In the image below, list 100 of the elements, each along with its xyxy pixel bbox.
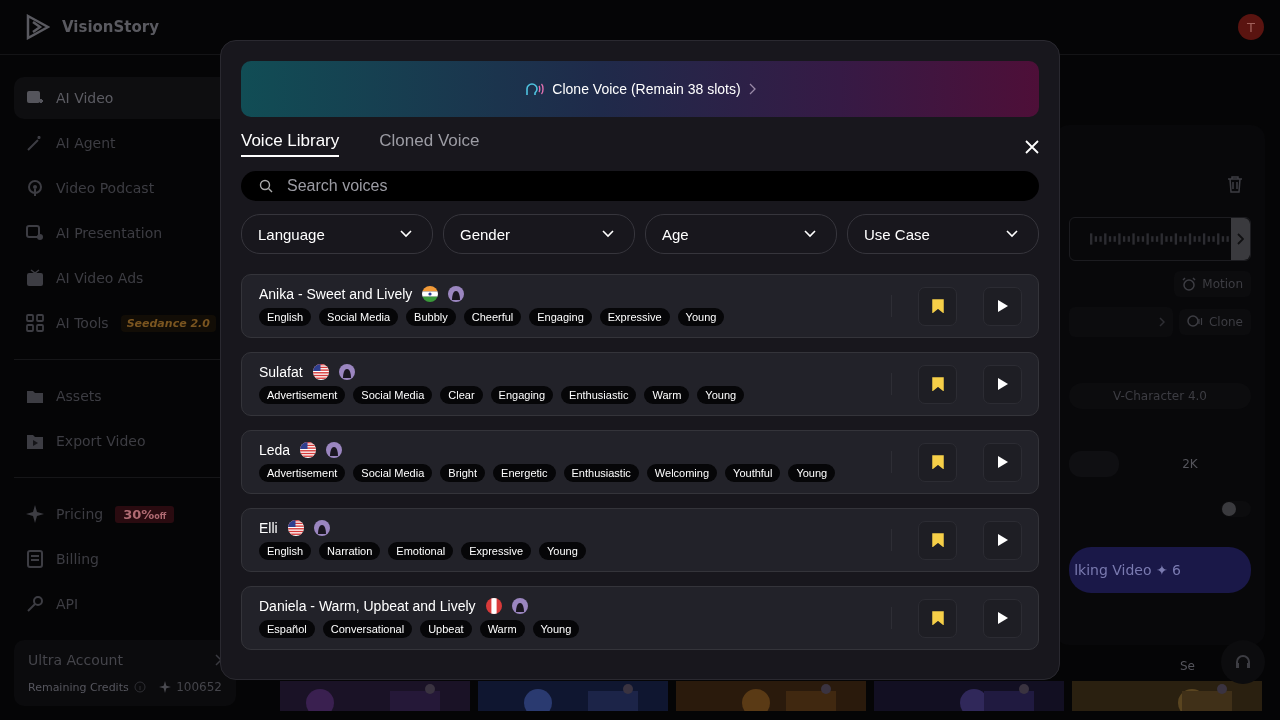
voice-tag: Advertisement bbox=[259, 386, 346, 404]
tab[interactable]: Cloned Voice bbox=[379, 131, 480, 157]
play-icon bbox=[996, 299, 1009, 313]
wand-icon bbox=[26, 134, 44, 152]
sidebar-item[interactable]: API bbox=[14, 583, 236, 625]
sidebar-item[interactable]: Video Podcast bbox=[14, 167, 236, 209]
voice-icon bbox=[524, 81, 545, 97]
female-avatar-icon bbox=[448, 286, 465, 302]
info-icon bbox=[133, 681, 146, 693]
promo-badge: Seedance 2.0 bbox=[120, 314, 216, 332]
voice-tag: Clear bbox=[440, 386, 483, 404]
account-card[interactable]: Ultra Account Remaining Credits 100652 bbox=[14, 640, 236, 706]
resolution-option[interactable]: 2K bbox=[1129, 451, 1251, 477]
tab[interactable]: Voice Library bbox=[241, 131, 340, 157]
sidebar-item[interactable]: AI Tools Seedance 2.0 bbox=[14, 302, 236, 344]
voice-tag: Young bbox=[697, 386, 745, 404]
play-button[interactable] bbox=[983, 364, 1022, 404]
sidebar-label: API bbox=[56, 596, 79, 612]
bookmark-button[interactable] bbox=[918, 286, 957, 326]
sidebar-item[interactable]: Billing bbox=[14, 538, 236, 580]
sidebar-item[interactable]: AI Presentation bbox=[14, 212, 236, 254]
filter-dropdown[interactable]: Age bbox=[645, 214, 837, 254]
voice-tag: Young bbox=[788, 464, 836, 482]
sidebar-item[interactable]: Assets bbox=[14, 375, 236, 417]
voice-tag: Narration bbox=[319, 542, 381, 560]
play-button[interactable] bbox=[983, 520, 1022, 560]
female-avatar-icon bbox=[338, 364, 355, 380]
voice-tag: Warm bbox=[479, 620, 525, 638]
sidebar-label: Billing bbox=[56, 551, 99, 567]
credits-label: Remaining Credits bbox=[28, 680, 129, 694]
voice-tag: Bubbly bbox=[406, 308, 456, 326]
female-avatar-icon bbox=[313, 520, 330, 536]
alarm-clock-icon bbox=[1182, 277, 1197, 291]
play-icon bbox=[996, 611, 1009, 625]
bookmark-button[interactable] bbox=[918, 598, 957, 638]
voice-card[interactable]: Daniela - Warm, Upbeat and Lively Español Conversational Upbeat Warm Young bbox=[241, 586, 1039, 650]
sidebar-item[interactable]: AI Video Ads bbox=[14, 257, 236, 299]
search-icon bbox=[259, 179, 273, 193]
sidebar-item[interactable]: AI Agent bbox=[14, 122, 236, 164]
play-icon bbox=[996, 455, 1009, 469]
voice-tag: Warm bbox=[644, 386, 690, 404]
chevron-icon bbox=[214, 654, 222, 666]
voice-icon bbox=[1186, 315, 1203, 329]
sidebar-label: AI Agent bbox=[56, 135, 116, 151]
sparkle-icon bbox=[159, 681, 172, 693]
play-button[interactable] bbox=[983, 442, 1022, 482]
play-button[interactable] bbox=[983, 286, 1022, 326]
voice-tag: English bbox=[259, 542, 312, 560]
filter-dropdown[interactable]: Gender bbox=[443, 214, 635, 254]
sidebar-item[interactable]: Export Video bbox=[14, 420, 236, 462]
bookmark-button[interactable] bbox=[918, 442, 957, 482]
user-avatar[interactable]: T bbox=[1238, 14, 1264, 40]
play-folder-icon bbox=[26, 432, 44, 450]
play-icon bbox=[996, 533, 1009, 547]
filter-dropdown[interactable]: Language bbox=[241, 214, 433, 254]
voice-name: Leda bbox=[259, 442, 291, 458]
sparkle-icon bbox=[26, 505, 44, 523]
sidebar-label: Pricing bbox=[56, 506, 104, 522]
flag-icon bbox=[300, 442, 317, 458]
generate-button[interactable]: lking Video ✦ 6 bbox=[1069, 547, 1251, 593]
chevron-icon bbox=[1158, 317, 1165, 327]
logo-icon bbox=[26, 14, 50, 40]
voice-card[interactable]: Sulafat Advertisement Social Media Clear Engaging Enthusiastic Warm Young bbox=[241, 352, 1039, 416]
voice-tag: Welcoming bbox=[646, 464, 718, 482]
voice-tag: Cheerful bbox=[463, 308, 522, 326]
podcast-icon bbox=[26, 179, 44, 197]
chevron-down-icon bbox=[602, 230, 614, 238]
voice-tag: Young bbox=[539, 542, 586, 560]
voice-card[interactable]: Anika - Sweet and Lively English Social Media Bubbly Cheerful Engaging Expressive Young bbox=[241, 274, 1039, 338]
discount-badge: 30%off bbox=[115, 505, 175, 523]
sidebar-label: AI Video bbox=[56, 90, 114, 106]
headset-icon bbox=[1234, 653, 1252, 671]
voice-card[interactable]: Elli English Narration Emotional Expressive Young bbox=[241, 508, 1039, 572]
grid-icon bbox=[26, 314, 44, 332]
filter-dropdown[interactable]: Use Case bbox=[847, 214, 1039, 254]
voice-name: Daniela - Warm, Upbeat and Lively bbox=[259, 598, 476, 614]
close-icon[interactable] bbox=[1025, 140, 1039, 154]
toggle-switch[interactable] bbox=[1221, 501, 1251, 517]
see-all-link[interactable]: Se bbox=[1180, 659, 1195, 673]
flag-icon bbox=[287, 520, 304, 536]
bookmark-button[interactable] bbox=[918, 364, 957, 404]
voice-tag: Youthful bbox=[725, 464, 781, 482]
play-button[interactable] bbox=[983, 598, 1022, 638]
tv-icon bbox=[26, 269, 44, 287]
voice-tag: Social Media bbox=[353, 386, 433, 404]
female-avatar-icon bbox=[326, 442, 343, 458]
sidebar-label: AI Video Ads bbox=[56, 270, 144, 286]
voice-tag: Enthusiastic bbox=[563, 464, 639, 482]
search-field[interactable]: Search voices bbox=[241, 171, 1039, 201]
voice-tag: Social Media bbox=[353, 464, 433, 482]
voice-tag: Bright bbox=[440, 464, 486, 482]
voice-tag: Expressive bbox=[461, 542, 532, 560]
sidebar-label: AI Presentation bbox=[56, 225, 163, 241]
account-title: Ultra Account bbox=[28, 652, 123, 668]
clone-voice-banner[interactable]: Clone Voice (Remain 38 slots) bbox=[241, 61, 1039, 117]
bookmark-button[interactable] bbox=[918, 520, 957, 560]
voice-card[interactable]: Leda Advertisement Social Media Bright Energetic Enthusiastic Welcoming Youthful Young bbox=[241, 430, 1039, 494]
voice-tag: Engaging bbox=[529, 308, 592, 326]
voice-tag: Engaging bbox=[490, 386, 554, 404]
sidebar-item[interactable]: Pricing 30%off bbox=[14, 493, 236, 535]
